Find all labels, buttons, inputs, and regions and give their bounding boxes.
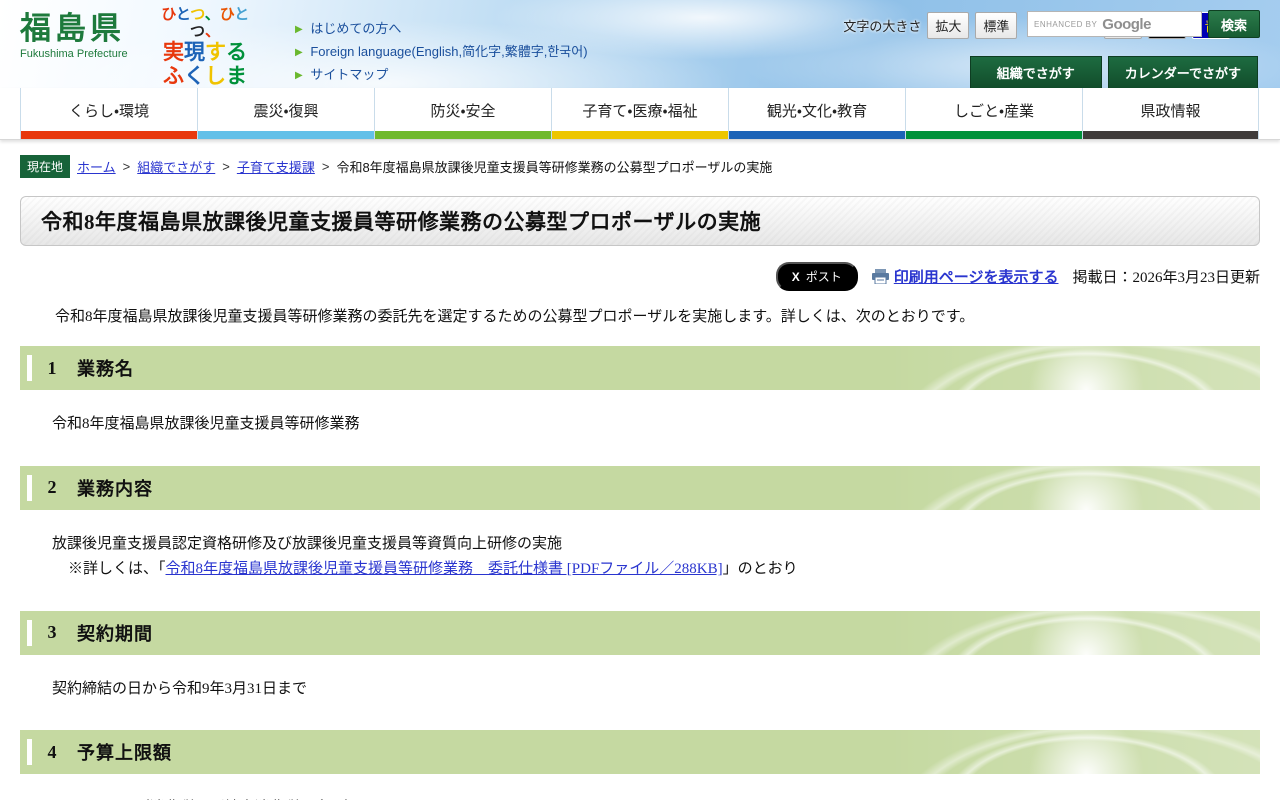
- section-body: 契約締結の日から令和9年3月31日まで: [52, 680, 308, 697]
- catchphrase-line-3: ふくしま: [163, 64, 247, 88]
- printer-icon: [871, 269, 889, 284]
- nav-stripe: [552, 131, 728, 139]
- link-foreign-language-label[interactable]: Foreign language(English,简化字,繁體字,한국어): [310, 44, 587, 59]
- section-body: 15,229,000円（消費税及び地方消費税を含む）: [0, 774, 1280, 800]
- link-first-time-label[interactable]: はじめての方へ: [310, 21, 401, 36]
- nav-stripe: [375, 131, 551, 139]
- finder-buttons: 組織でさがす カレンダーでさがす: [969, 56, 1258, 89]
- triangle-icon: ▶: [295, 24, 303, 35]
- catchphrase-line-1: ひとつ、ひとつ、: [161, 6, 249, 41]
- font-size-label: 文字の大きさ: [843, 19, 922, 34]
- meta-row: X ポスト 印刷用ページを表示する 掲載日：2026年3月23日更新: [20, 262, 1260, 291]
- section-body: 放課後児童支援員認定資格研修及び放課後児童支援員等資質向上研修の実施 ※詳しくは…: [0, 510, 1280, 591]
- google-logo: Google: [1102, 15, 1151, 33]
- print-link-group: 印刷用ページを表示する: [871, 266, 1059, 287]
- nav-tab-disaster-prevention-safety[interactable]: 防災・安全: [374, 88, 551, 139]
- nav-tab-disaster-reconstruction[interactable]: 震災・復興: [197, 88, 374, 139]
- link-sitemap-label[interactable]: サイトマップ: [310, 67, 388, 82]
- link-foreign-language[interactable]: ▶ Foreign language(English,简化字,繁體字,한국어): [295, 41, 588, 60]
- section-heading: 3 契約期間: [20, 610, 1260, 655]
- pdf-specification-link[interactable]: 令和8年度福島県放課後児童支援員等研修業務 委託仕様書 [PDFファイル／288…: [166, 561, 723, 577]
- link-first-time[interactable]: ▶ はじめての方へ: [295, 18, 588, 37]
- section-contract-period: 3 契約期間 契約締結の日から令和9年3月31日まで: [0, 610, 1280, 711]
- search-by-calendar-button[interactable]: カレンダーでさがす: [1107, 56, 1258, 89]
- page-title-box: 令和8年度福島県放課後児童支援員等研修業務の公募型プロポーザルの実施: [20, 196, 1260, 246]
- section-heading: 4 予算上限額: [20, 730, 1260, 774]
- print-page-link[interactable]: 印刷用ページを表示する: [894, 266, 1059, 287]
- section-body: 令和8年度福島県放課後児童支援員等研修業務: [52, 416, 360, 432]
- triangle-icon: ▶: [295, 70, 303, 81]
- site-header: 福島県 Fukushima Prefecture ひとつ、ひとつ、 実現する ふ…: [0, 0, 1280, 89]
- section-budget-limit: 4 予算上限額 15,229,000円（消費税及び地方消費税を含む）: [0, 730, 1280, 800]
- prefecture-logo-title: 福島県: [20, 11, 125, 46]
- header-quick-links: ▶ はじめての方へ ▶ Foreign language(English,简化字…: [295, 18, 588, 87]
- nav-stripe: [729, 131, 905, 139]
- search-button[interactable]: 検索: [1207, 10, 1260, 38]
- intro-paragraph: 令和8年度福島県放課後児童支援員等研修業務の委託先を選定するための公募型プロポー…: [40, 309, 975, 325]
- nav-stripe: [198, 131, 374, 139]
- nav-tab-prefectural-information[interactable]: 県政情報: [1082, 88, 1259, 139]
- breadcrumb-home[interactable]: ホーム: [77, 157, 116, 176]
- nav-stripe: [906, 131, 1082, 139]
- nav-tab-tourism-culture-education[interactable]: 観光・文化・教育: [728, 88, 905, 139]
- search-branding-text: ENHANCED BY: [1033, 19, 1098, 29]
- heading-accent-bar: [27, 739, 32, 765]
- search-input[interactable]: ENHANCED BY Google: [1026, 11, 1202, 37]
- section-business-name: 1 業務名 令和8年度福島県放課後児童支援員等研修業務: [0, 346, 1280, 446]
- link-sitemap[interactable]: ▶ サイトマップ: [295, 64, 588, 83]
- section-business-content: 2 業務内容 放課後児童支援員認定資格研修及び放課後児童支援員等資質向上研修の実…: [0, 465, 1280, 591]
- nav-tab-childcare-medical-welfare[interactable]: 子育て・医療・福祉: [551, 88, 728, 139]
- spec-note: ※詳しくは、「令和8年度福島県放課後児童支援員等研修業務 委託仕様書 [PDFフ…: [68, 561, 798, 577]
- posted-date: 掲載日：2026年3月23日更新: [1072, 270, 1260, 286]
- section-heading: 2 業務内容: [20, 465, 1260, 510]
- heading-accent-bar: [27, 355, 32, 381]
- current-location-badge: 現在地: [20, 155, 71, 178]
- global-nav: くらし・環境 震災・復興 防災・安全 子育て・医療・福祉 観光・文化・教育 しご…: [0, 88, 1280, 140]
- site-search: ENHANCED BY Google 検索: [1026, 10, 1260, 38]
- font-size-standard-button[interactable]: 標準: [975, 12, 1018, 39]
- catchphrase-line-2: 実現する: [163, 40, 247, 64]
- catchphrase-logo: ひとつ、ひとつ、 実現する ふくしま: [150, 6, 260, 89]
- search-by-organization-button[interactable]: 組織でさがす: [969, 56, 1102, 89]
- x-post-button[interactable]: X ポスト: [775, 262, 858, 291]
- breadcrumb-childcare-division[interactable]: 子育て支援課: [237, 157, 315, 176]
- nav-stripe: [21, 131, 197, 139]
- page-title: 令和8年度福島県放課後児童支援員等研修業務の公募型プロポーザルの実施: [41, 210, 762, 234]
- breadcrumb: 現在地 ホーム > 組織でさがす > 子育て支援課 > 令和8年度福島県放課後児…: [20, 155, 1260, 178]
- main-content: 令和8年度福島県放課後児童支援員等研修業務の委託先を選定するための公募型プロポー…: [0, 305, 1280, 800]
- prefecture-logo[interactable]: 福島県 Fukushima Prefecture: [20, 11, 128, 61]
- font-size-enlarge-button[interactable]: 拡大: [927, 12, 970, 39]
- nav-tab-work-industry[interactable]: しごと・産業: [905, 88, 1082, 139]
- nav-tab-living-environment[interactable]: くらし・環境: [20, 88, 197, 139]
- heading-accent-bar: [27, 619, 32, 646]
- heading-accent-bar: [27, 474, 32, 501]
- nav-stripe: [1083, 131, 1258, 139]
- x-logo-icon: X: [791, 269, 800, 284]
- breadcrumb-current-page: 令和8年度福島県放課後児童支援員等研修業務の公募型プロポーザルの実施: [336, 160, 773, 175]
- prefecture-logo-subtitle: Fukushima Prefecture: [20, 48, 128, 61]
- section-heading: 1 業務名: [20, 346, 1260, 390]
- breadcrumb-organization[interactable]: 組織でさがす: [137, 157, 215, 176]
- triangle-icon: ▶: [295, 47, 303, 58]
